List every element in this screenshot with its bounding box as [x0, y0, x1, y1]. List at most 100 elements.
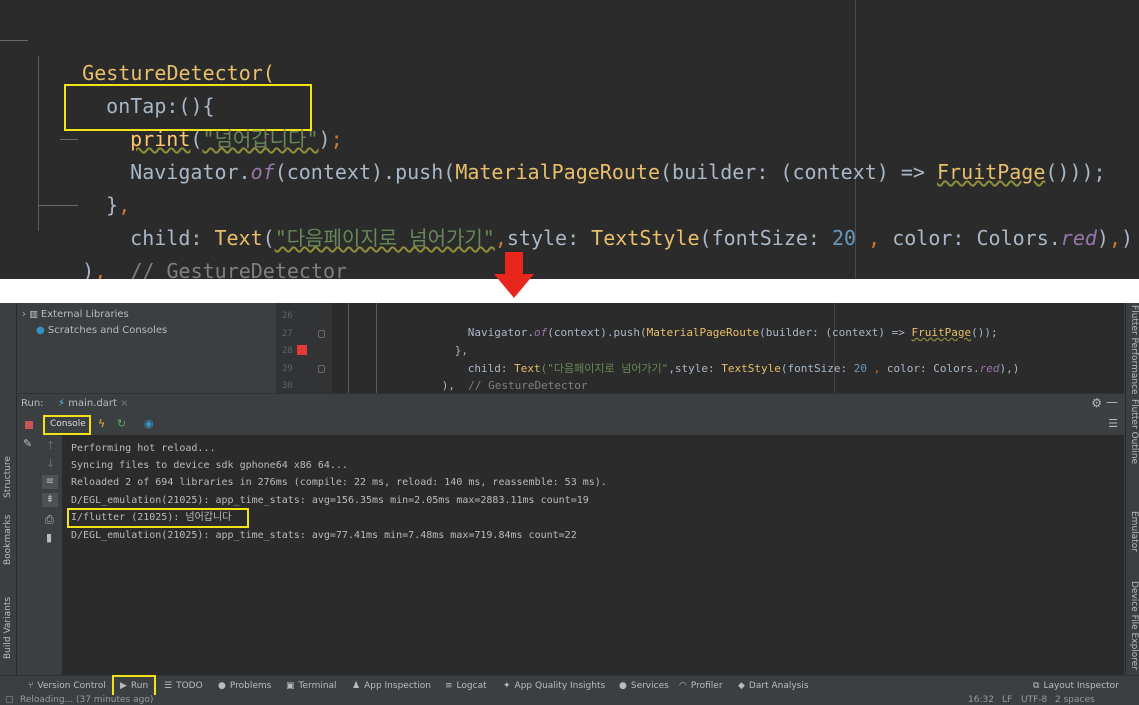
- hot-restart-icon[interactable]: ↻: [117, 417, 126, 430]
- hot-reload-icon[interactable]: ϟ: [98, 417, 105, 430]
- editor-gutter: 26 27 28 29 30: [276, 303, 332, 393]
- tab-flutter-outline[interactable]: Flutter Outline: [1129, 399, 1139, 464]
- tab-dart-analysis[interactable]: ◆ Dart Analysis: [738, 679, 809, 693]
- zoomed-code-view: GestureDetector( onTap:(){ print("넘어갑니다"…: [0, 0, 1139, 279]
- print-icon[interactable]: ⎙: [45, 513, 54, 527]
- pin-icon[interactable]: ✎: [23, 437, 32, 450]
- line-number: 30: [282, 381, 293, 391]
- chevron-right-icon: ›: [22, 309, 26, 320]
- tab-version-control[interactable]: ⑂ Version Control: [28, 679, 106, 693]
- code-line-1: GestureDetector(: [82, 61, 275, 85]
- code-line-5: },: [106, 193, 131, 217]
- down-arrow-icon: [494, 252, 534, 298]
- scroll-down-icon[interactable]: ↓: [46, 457, 55, 470]
- file-encoding[interactable]: UTF-8: [1021, 695, 1047, 705]
- line-number: 29: [282, 364, 293, 374]
- tab-logcat[interactable]: ≡ Logcat: [445, 679, 487, 693]
- scroll-up-icon[interactable]: ↑: [46, 439, 55, 452]
- console-line: Performing hot reload...: [71, 443, 216, 454]
- bottom-tool-tabs: ⑂ Version Control ▶ Run ☰ TODO ● Problems ▣ T…: [0, 675, 1139, 697]
- run-sidebar: ✎ ↑ ↓ ≡ ⇟ ⎙ ▮: [18, 435, 62, 675]
- play-icon: ▶: [120, 681, 127, 691]
- status-bar: ▢ Reloading... (37 minutes ago) 16:32 LF…: [0, 695, 1139, 705]
- code-line-7: ), // GestureDetector: [82, 259, 348, 279]
- indent-setting[interactable]: 2 spaces: [1055, 695, 1095, 705]
- left-tool-strip: Structure Bookmarks Build Variants: [0, 303, 17, 675]
- run-tool-header: Run: ⚡ main.dart × ⚙ —: [18, 393, 1124, 413]
- code-line-6: child: Text("다음페이지로 넘어가기",style: TextSty…: [130, 226, 1134, 250]
- console-line: D/EGL_emulation(21025): app_time_stats: …: [71, 495, 589, 506]
- layout-inspector-icon: ⧉: [1033, 681, 1040, 691]
- tab-structure[interactable]: Structure: [3, 456, 13, 498]
- tab-app-inspection[interactable]: ♟ App Inspection: [352, 679, 431, 693]
- tab-run[interactable]: ▶ Run: [120, 679, 148, 693]
- scroll-to-end-icon[interactable]: ⇟: [42, 493, 58, 507]
- soft-wrap-icon[interactable]: ≡: [42, 475, 58, 489]
- layout-options-icon[interactable]: ☰: [1108, 417, 1118, 430]
- flutter-icon: ⚡: [58, 398, 66, 409]
- tab-layout-inspector[interactable]: ⧉ Layout Inspector: [1033, 679, 1119, 693]
- branch-icon: ⑂: [28, 681, 34, 691]
- profiler-icon: ◠: [679, 681, 687, 691]
- line-number: 28: [282, 346, 293, 356]
- status-icon: ▢: [5, 695, 14, 705]
- info-icon: ●: [218, 681, 226, 691]
- project-pane: › ▥ External Libraries ● Scratches and C…: [18, 303, 276, 393]
- gear-icon[interactable]: ⚙: [1091, 396, 1102, 410]
- android-studio-window: Structure Bookmarks Build Variants Flutt…: [0, 303, 1139, 705]
- library-icon: ▥: [29, 310, 38, 320]
- code-editor[interactable]: 26 27 28 29 30 Navigator.of(context).pus…: [276, 303, 1124, 393]
- fold-icon[interactable]: [318, 365, 325, 373]
- dart-icon: ◆: [738, 681, 745, 691]
- tab-bookmarks[interactable]: Bookmarks: [3, 515, 13, 565]
- indent-guide: [38, 205, 78, 206]
- console-output[interactable]: Performing hot reload... Syncing files t…: [62, 435, 1124, 675]
- status-message: Reloading... (37 minutes ago): [20, 695, 154, 705]
- close-icon[interactable]: ×: [120, 398, 128, 409]
- editor-line-27: },: [454, 344, 468, 357]
- tree-item-external-libraries[interactable]: › ▥ External Libraries: [22, 307, 129, 322]
- tab-emulator[interactable]: Emulator: [1129, 511, 1139, 552]
- breakpoint-icon[interactable]: [297, 345, 307, 355]
- line-number: 26: [282, 311, 293, 321]
- console-line: D/EGL_emulation(21025): app_time_stats: …: [71, 530, 577, 541]
- console-line: Reloaded 2 of 694 libraries in 276ms (co…: [71, 477, 607, 488]
- console-line: Syncing files to device sdk gphone64 x86…: [71, 460, 348, 471]
- code-line-3: print("넘어갑니다");: [130, 127, 343, 151]
- tree-item-scratches[interactable]: ● Scratches and Consoles: [36, 323, 167, 338]
- editor-line-28: child: Text("다음페이지로 넘어가기",style: TextSty…: [467, 362, 1020, 375]
- editor-line-26: Navigator.of(context).push(MaterialPageR…: [467, 326, 998, 339]
- devtools-icon[interactable]: ◉: [144, 417, 154, 430]
- tab-profiler[interactable]: ◠ Profiler: [679, 679, 723, 693]
- fold-icon[interactable]: [318, 330, 325, 338]
- quality-icon: ✦: [503, 681, 511, 691]
- run-config-tab[interactable]: ⚡ main.dart ×: [58, 398, 128, 409]
- tab-build-variants[interactable]: Build Variants: [3, 597, 13, 659]
- code-line-4: Navigator.of(context).push(MaterialPageR…: [130, 160, 1106, 184]
- tab-problems[interactable]: ● Problems: [218, 679, 271, 693]
- tab-device-file-explorer[interactable]: Device File Explorer: [1129, 581, 1139, 670]
- tab-services[interactable]: ● Services: [619, 679, 669, 693]
- indent-guide-vertical: [376, 303, 377, 393]
- services-icon: ●: [619, 681, 627, 691]
- caret-position[interactable]: 16:32: [968, 695, 994, 705]
- indent-guide: [0, 40, 28, 41]
- separator-band: [0, 279, 1139, 303]
- terminal-icon: ▣: [286, 681, 295, 691]
- list-icon: ☰: [164, 681, 173, 691]
- tab-app-quality-insights[interactable]: ✦ App Quality Insights: [503, 679, 605, 693]
- indent-guide: [60, 139, 78, 140]
- stop-icon[interactable]: [25, 421, 33, 429]
- tab-terminal[interactable]: ▣ Terminal: [286, 679, 337, 693]
- run-label: Run:: [21, 398, 44, 409]
- run-toolbar: Console ϟ ↻ ◉ ☰: [18, 415, 1124, 435]
- line-separator[interactable]: LF: [1002, 695, 1012, 705]
- console-tab[interactable]: Console: [50, 419, 86, 429]
- editor-line-29: ), // GestureDetector: [441, 379, 588, 392]
- tab-todo[interactable]: ☰ TODO: [164, 679, 203, 693]
- minimize-icon[interactable]: —: [1106, 395, 1118, 409]
- scratches-icon: ●: [36, 325, 45, 336]
- tab-flutter-performance[interactable]: Flutter Performance: [1129, 305, 1139, 395]
- trash-icon[interactable]: ▮: [46, 531, 52, 544]
- logcat-icon: ≡: [445, 681, 453, 691]
